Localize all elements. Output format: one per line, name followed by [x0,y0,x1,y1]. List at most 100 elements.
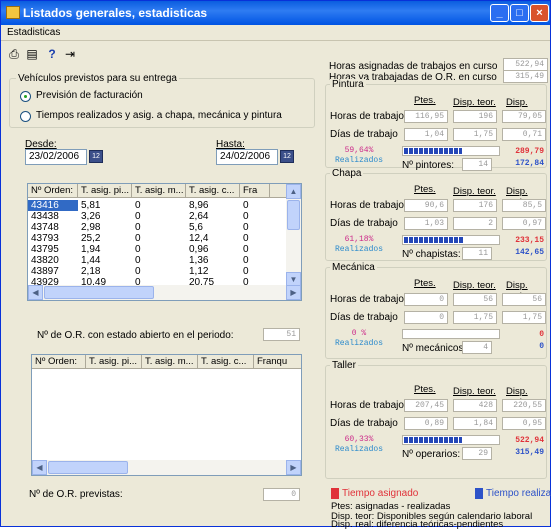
percent-realizado: 60,33% [344,435,374,444]
radio-prevision[interactable] [20,91,31,102]
column-header[interactable]: T. asig. pi... [86,355,142,369]
table-header: Nº Orden: T. asig. pi... T. asig. m... T. a… [32,355,301,369]
hasta-date-field[interactable]: 24/02/2006 [216,149,278,165]
dias-value: 0,95 [502,417,546,430]
column-header[interactable]: Fra [240,184,270,198]
table-cell: 0 [243,255,249,266]
section-title: Pintura [330,79,366,90]
tiempo-realizado-value: 315,49 [515,448,544,457]
menu-estadisticas[interactable]: Estadisticas [7,27,60,38]
orders-table[interactable]: Nº Orden: T. asig. pi... T. asig. m... T. a… [27,183,302,301]
table-cell: 43748 [31,222,59,233]
realizado-swatch [475,488,483,499]
column-header[interactable]: Nº Orden: [28,184,78,198]
progress-fill [404,148,462,154]
table-cell: 12,4 [189,233,209,244]
scroll-thumb[interactable] [287,200,300,230]
horas-asignadas-label: Horas asignadas de trabajos en curso [329,61,498,72]
horizontal-scrollbar[interactable]: ◀ ▶ [32,460,301,475]
scroll-left-button[interactable]: ◀ [32,460,47,475]
maximize-button[interactable]: □ [510,4,529,22]
window-title: Listados generales, estadisticas [23,6,208,20]
horas-value: 176 [453,199,497,212]
scroll-left-button[interactable]: ◀ [28,285,43,300]
open-count-label: Nº de O.R. con estado abierto en el peri… [37,330,234,341]
table-cell: 25,2 [81,233,101,244]
tiempo-asignado-value: 233,15 [515,236,544,245]
scroll-thumb[interactable] [44,286,154,299]
table-row[interactable]: 43416 5,81 0 8,96 0 [28,200,286,211]
calendar-icon[interactable]: 12 [89,150,103,163]
header-ptes: Ptes. [414,278,436,289]
desde-date-field[interactable]: 23/02/2006 [25,149,87,165]
horas-trabajadas-value: 315,49 [503,70,548,83]
count-label: Nº operarios: [402,449,461,460]
realizados-label: Realizados [334,156,383,165]
scroll-up-button[interactable]: ▲ [286,184,301,199]
realizados-label: Realizados [334,245,383,254]
asignado-legend: Tiempo asignado [342,488,419,499]
tiempo-asignado-value: 522,94 [515,436,544,445]
help-icon[interactable]: ? [45,48,59,61]
horas-trabajo-label: Horas de trabajo [330,400,404,411]
tiempo-realizado-value: 0 [539,342,544,351]
table-cell: 0,96 [189,244,209,255]
vertical-scrollbar[interactable]: ▲ ▼ [286,184,301,287]
progress-fill [404,237,463,243]
table-cell: 43820 [31,255,59,266]
column-header[interactable]: T. asig. c... [186,184,240,198]
column-header[interactable]: T. asig. m... [132,184,186,198]
table-row[interactable]: 43795 1,94 0 0,96 0 [28,244,286,255]
header-ptes: Ptes. [414,184,436,195]
table-cell: 2,64 [189,211,209,222]
count-label: Nº chapistas: [402,249,461,260]
table-cell: 0 [135,266,141,277]
table-row[interactable]: 43438 3,26 0 2,64 0 [28,211,286,222]
table-cell: 43897 [31,266,59,277]
percent-realizado: 59,64% [344,146,374,155]
column-header[interactable]: Franqu [254,355,301,369]
column-header[interactable]: Nº Orden: [32,355,86,369]
menu-bar: Estadisticas [1,25,550,41]
header-ptes: Ptes. [414,384,436,395]
horizontal-scrollbar[interactable]: ◀ ▶ [28,285,301,300]
planned-orders-table[interactable]: Nº Orden: T. asig. pi... T. asig. m... T. a… [31,354,302,476]
table-cell: 2,18 [81,266,101,277]
horas-value: 79,05 [502,110,546,123]
horas-value: 56 [502,293,546,306]
header-ptes: Ptes. [414,95,436,106]
horas-value: 116,95 [404,110,448,123]
dias-value: 1,75 [453,128,497,141]
scroll-thumb[interactable] [48,461,128,474]
horas-trabajo-label: Horas de trabajo [330,200,404,211]
table-cell: 0 [135,211,141,222]
table-row[interactable]: 43820 1,44 0 1,36 0 [28,255,286,266]
dias-value: 1,75 [502,311,546,324]
close-button[interactable]: × [530,4,549,22]
table-cell: 0 [243,266,249,277]
table-row[interactable]: 43897 2,18 0 1,12 0 [28,266,286,277]
table-row[interactable]: 43793 25,2 0 12,4 0 [28,233,286,244]
radio-tiempos[interactable] [20,111,31,122]
minimize-button[interactable]: _ [490,4,509,22]
preview-icon[interactable]: ▤ [25,48,39,61]
asignado-swatch [331,488,339,499]
header-disp-teor: Disp. teor. [453,280,496,291]
dias-value: 1,03 [404,217,448,230]
exit-icon[interactable]: ⇥ [63,48,77,61]
dias-value: 0,89 [404,417,448,430]
column-header[interactable]: T. asig. m... [142,355,198,369]
print-icon[interactable]: ⎙ [7,48,21,61]
dias-value: 0,97 [502,217,546,230]
header-disp-teor: Disp. teor. [453,386,496,397]
dias-value: 0,71 [502,128,546,141]
calendar-icon[interactable]: 12 [280,150,294,163]
scroll-right-button[interactable]: ▶ [286,285,301,300]
column-header[interactable]: T. asig. c... [198,355,254,369]
table-row[interactable]: 43748 2,98 0 5,6 0 [28,222,286,233]
section-title: Taller [330,360,358,371]
scroll-right-button[interactable]: ▶ [286,460,301,475]
column-header[interactable]: T. asig. pi... [78,184,132,198]
header-disp-teor: Disp. teor. [453,186,496,197]
title-bar[interactable]: Listados generales, estadisticas _ □ × [1,1,550,25]
